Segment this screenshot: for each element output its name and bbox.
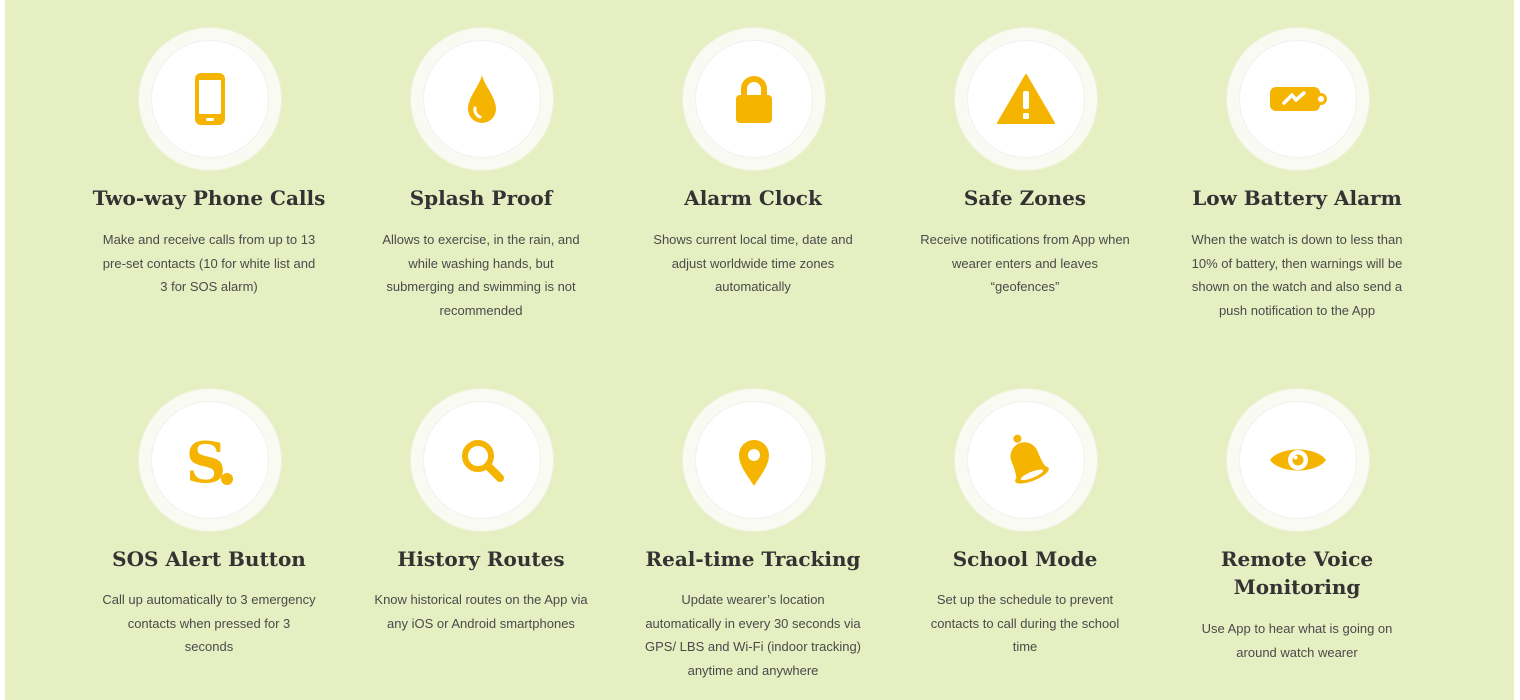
- feature-description: Call up automatically to 3 emergency con…: [102, 592, 316, 654]
- feature-description: Set up the schedule to prevent contacts …: [930, 592, 1120, 654]
- icon-circle: [139, 28, 281, 170]
- lock-icon: [736, 76, 772, 123]
- icon-circle: [1227, 389, 1369, 531]
- feature-title: SOS Alert Button: [112, 547, 306, 571]
- battery-icon: [1270, 87, 1327, 111]
- feature-description: Know historical routes on the App via an…: [374, 592, 588, 631]
- feature-description: Receive notifications from App when wear…: [920, 232, 1130, 294]
- feature-description: Update wearer’s location automatically i…: [644, 592, 862, 678]
- sos-s-icon: S: [186, 430, 233, 492]
- search-icon: [462, 440, 504, 482]
- icon-circle: [955, 389, 1097, 531]
- bell-icon: [1010, 434, 1049, 484]
- feature-title: Splash Proof: [409, 186, 553, 210]
- feature-title: Two-way Phone Calls: [92, 186, 326, 210]
- feature-title: Safe Zones: [963, 186, 1087, 210]
- icon-circle: S: [139, 389, 281, 531]
- phone-icon: [195, 73, 225, 125]
- feature-title: History Routes: [397, 547, 565, 571]
- warning-icon: [997, 74, 1055, 124]
- feature-title: School Mode: [952, 547, 1098, 571]
- feature-title: Remote Voice Monitoring: [1220, 547, 1374, 599]
- feature-description: Shows current local time, date and adjus…: [653, 232, 853, 294]
- feature-description: When the watch is down to less than 10% …: [1191, 232, 1403, 318]
- eye-icon: [1270, 449, 1326, 471]
- map-pin-icon: [739, 440, 769, 486]
- water-drop-icon: [468, 75, 496, 123]
- feature-title: Low Battery Alarm: [1192, 186, 1402, 210]
- svg-text:S: S: [186, 430, 226, 492]
- feature-description: Allows to exercise, in the rain, and whi…: [382, 232, 580, 318]
- feature-title: Alarm Clock: [684, 186, 822, 210]
- icon-circle: [411, 28, 553, 170]
- icon-circle: [683, 28, 825, 170]
- feature-description: Make and receive calls from up to 13 pre…: [102, 232, 316, 294]
- icon-circle: [411, 389, 553, 531]
- icon-circle: [1227, 28, 1369, 170]
- feature-title: Real-time Tracking: [645, 547, 861, 571]
- icon-circle: [683, 389, 825, 531]
- icon-circle: [955, 28, 1097, 170]
- features-section: Two-way Phone Calls Make and receive cal…: [5, 0, 1514, 700]
- feature-description: Use App to hear what is going on around …: [1201, 621, 1393, 660]
